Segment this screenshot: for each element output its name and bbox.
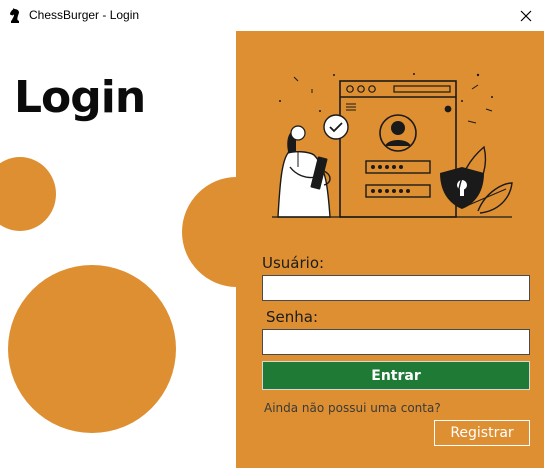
left-panel: Login bbox=[0, 31, 236, 468]
password-input[interactable] bbox=[262, 329, 530, 355]
title-bar: ChessBurger - Login bbox=[0, 0, 544, 31]
enter-button[interactable]: Entrar bbox=[262, 361, 530, 390]
page-title: Login bbox=[14, 72, 146, 123]
chess-knight-icon bbox=[10, 8, 19, 23]
register-button[interactable]: Registrar bbox=[434, 420, 530, 446]
password-label: Senha: bbox=[266, 308, 319, 326]
decorative-circle-medium bbox=[182, 177, 236, 287]
decorative-circle-small bbox=[0, 157, 56, 231]
close-button[interactable] bbox=[508, 0, 544, 31]
login-window: ChessBurger - Login Login Usuário: Senha… bbox=[0, 0, 544, 468]
close-icon bbox=[520, 10, 532, 21]
login-illustration bbox=[272, 73, 513, 218]
decorative-circle-large bbox=[8, 265, 176, 433]
right-panel: Usuário: Senha: Entrar Ainda não possui … bbox=[236, 31, 544, 468]
window-title: ChessBurger - Login bbox=[29, 8, 140, 22]
username-input[interactable] bbox=[262, 275, 530, 301]
username-label: Usuário: bbox=[262, 254, 325, 272]
no-account-text: Ainda não possui uma conta? bbox=[264, 401, 441, 415]
